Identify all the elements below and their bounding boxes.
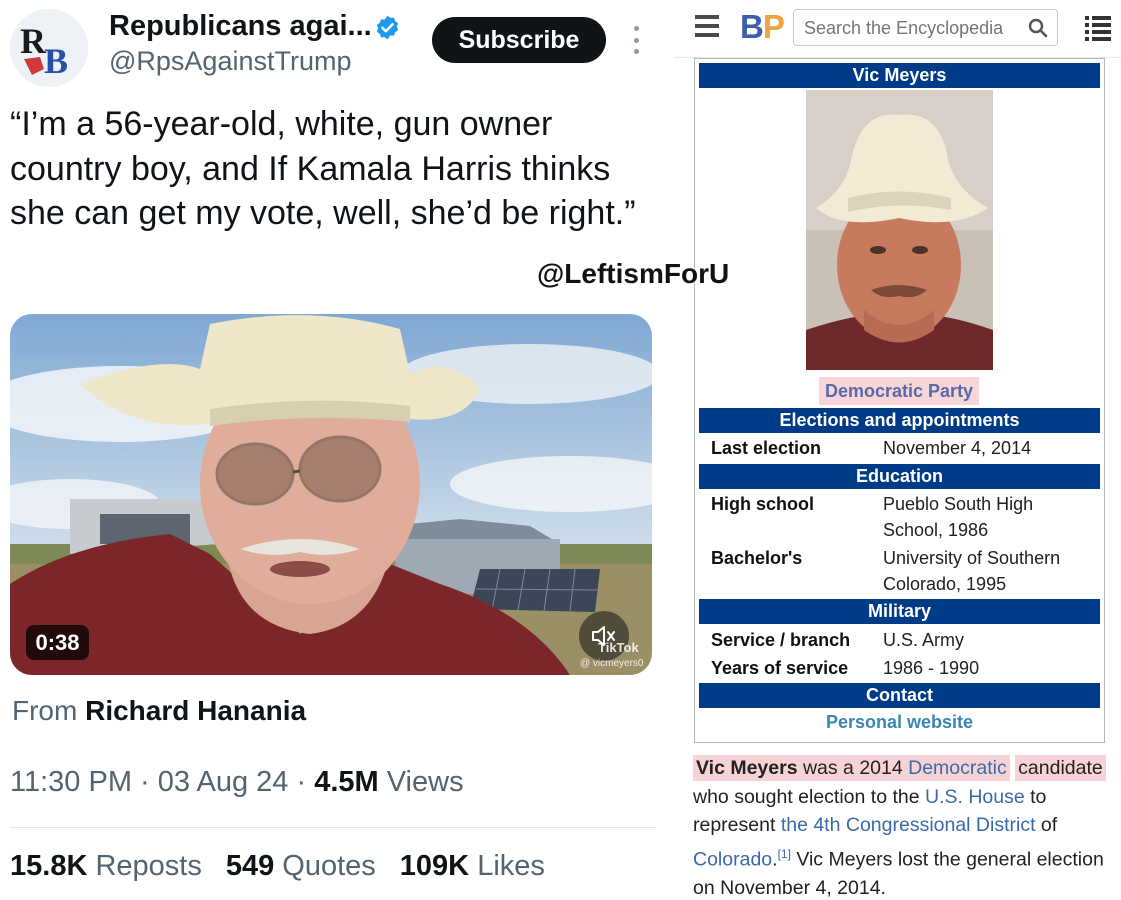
site-logo[interactable]: BP [740, 8, 785, 46]
svg-text:B: B [44, 41, 68, 81]
years-value: 1986 - 1990 [883, 658, 980, 678]
svg-text:R: R [20, 21, 47, 61]
section-contact: Contact [699, 683, 1100, 708]
more-vertical-icon[interactable] [630, 26, 642, 54]
section-elections: Elections and appointments [699, 408, 1100, 433]
bachelors-value: University of Southern Colorado, 1995 [883, 548, 1061, 594]
reference-link[interactable]: [1] [778, 847, 791, 861]
video-duration: 0:38 [26, 625, 89, 660]
video-player[interactable] [10, 314, 652, 675]
verified-badge-icon [376, 15, 399, 40]
branch-label: Service / branch [711, 630, 851, 650]
years-label: Years of service [711, 658, 849, 678]
reposts-stat[interactable]: 15.8K Reposts [10, 850, 202, 883]
author-name[interactable]: Republicans agai... [109, 10, 372, 43]
video-thumbnail [10, 314, 652, 675]
ballotpedia-panel: BP Vic Meyers [674, 0, 1121, 900]
subscribe-button[interactable]: Subscribe [432, 17, 606, 63]
candidate-photo[interactable] [806, 90, 993, 370]
personal-website-link[interactable]: Personal website [695, 712, 1104, 733]
hamburger-menu-icon[interactable] [695, 15, 719, 37]
highlight-candidate: candidate [1015, 755, 1106, 781]
tweet-text: “I’m a 56-year-old, white, gun owner cou… [10, 105, 636, 232]
last-election-label: Last election [711, 438, 822, 458]
video-source[interactable]: From Richard Hanania [12, 695, 306, 727]
high-school-value: Pueblo South High School, 1986 [883, 494, 1034, 540]
rb-logo-icon: R B [10, 9, 88, 87]
highlight-name: Vic Meyers was a 2014 Democratic [693, 755, 1010, 781]
branch-value: U.S. Army [883, 630, 965, 650]
intro-paragraph: Vic Meyers was a 2014 Democratic candida… [693, 755, 1106, 899]
divider [10, 827, 656, 828]
site-header: BP [674, 0, 1121, 58]
section-education: Education [699, 464, 1100, 489]
list-icon[interactable] [1085, 15, 1111, 41]
tweet-date[interactable]: 03 Aug 24 [158, 766, 289, 798]
views-count: 4.5M [314, 766, 379, 798]
section-military: Military [699, 599, 1100, 624]
tweet-time[interactable]: 11:30 PM [10, 766, 132, 798]
high-school-label: High school [711, 494, 814, 514]
district-link[interactable]: the 4th Congressional District [781, 814, 1036, 836]
tiktok-username: @ vicmeyers0 [580, 658, 644, 669]
tweet-meta: 11:30 PM · 03 Aug 24 · 4.5M Views [10, 766, 464, 798]
tweet-panel: R B Republicans agai... @RpsAgainstTrump… [0, 0, 668, 900]
tiktok-watermark: TikTok [598, 640, 639, 655]
search-icon[interactable] [1028, 18, 1048, 38]
watermark-text: @LeftismForU [537, 258, 730, 289]
infobox: Vic Meyers Democratic Party Elections an… [694, 58, 1105, 743]
likes-stat[interactable]: 109K Likes [400, 850, 545, 883]
colorado-link[interactable]: Colorado [693, 848, 772, 870]
infobox-title: Vic Meyers [699, 63, 1100, 88]
search-box[interactable] [793, 9, 1058, 46]
democratic-link[interactable]: Democratic [908, 757, 1007, 779]
last-election-value: November 4, 2014 [883, 438, 1032, 458]
search-input[interactable] [804, 15, 1024, 41]
quotes-stat[interactable]: 549 Quotes [226, 850, 376, 883]
author-handle[interactable]: @RpsAgainstTrump [109, 46, 352, 77]
avatar[interactable]: R B [10, 9, 88, 87]
us-house-link[interactable]: U.S. House [925, 786, 1025, 808]
engagement-stats: 15.8K Reposts 549 Quotes 109K Likes [10, 850, 545, 883]
party-affiliation[interactable]: Democratic Party [819, 377, 980, 405]
bachelors-label: Bachelor's [711, 548, 803, 568]
